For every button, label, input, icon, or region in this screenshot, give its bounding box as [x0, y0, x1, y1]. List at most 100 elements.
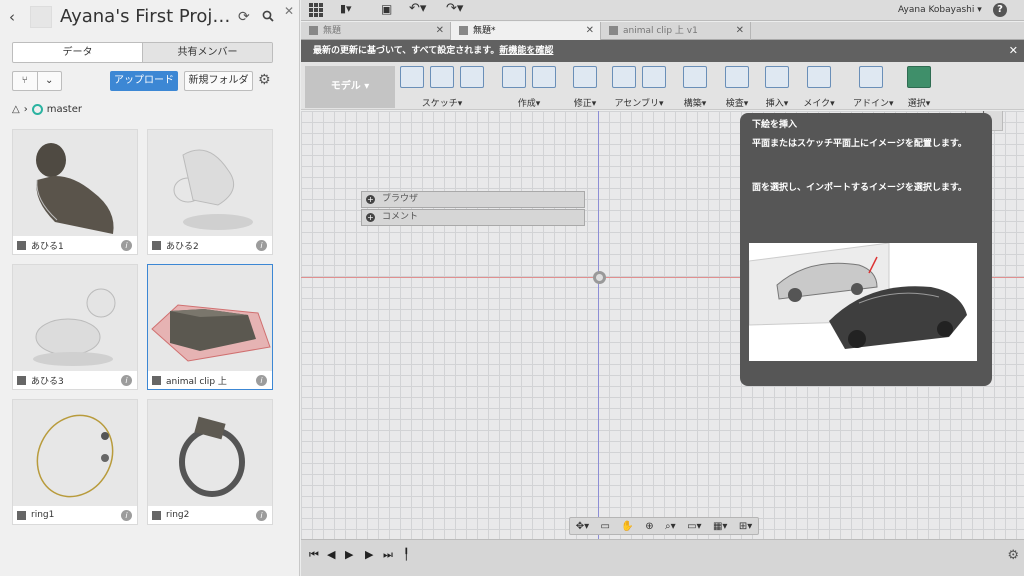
design-card[interactable]: あひる3 i — [12, 264, 138, 390]
insert-label[interactable]: 挿入▾ — [759, 96, 795, 109]
form-icon[interactable] — [532, 66, 556, 88]
design-card[interactable]: あひる1 i — [12, 129, 138, 255]
play-icon[interactable]: ▶ — [365, 548, 373, 561]
upload-button[interactable]: アップロード — [110, 71, 178, 91]
sketch-group[interactable]: スケッチ▾ — [399, 66, 485, 109]
help-icon[interactable]: ? — [993, 3, 1007, 17]
hub-icon[interactable]: △ — [12, 104, 20, 115]
comments-panel[interactable]: + コメント — [361, 209, 585, 226]
select-group[interactable]: 選択▾ — [901, 66, 937, 109]
browser-panel[interactable]: + ブラウザ — [361, 191, 585, 208]
make-label[interactable]: メイク▾ — [801, 96, 837, 109]
component-icon[interactable] — [612, 66, 636, 88]
info-icon[interactable]: i — [121, 239, 132, 251]
expand-icon[interactable]: + — [366, 213, 375, 222]
insert-image-icon[interactable] — [765, 66, 789, 88]
addins-label[interactable]: アドイン▾ — [853, 96, 894, 109]
modify-group[interactable]: 修正▾ — [567, 66, 603, 109]
sketch-label[interactable]: スケッチ▾ — [399, 96, 485, 109]
step-back-icon[interactable]: ◀ — [327, 548, 335, 561]
app-grid-icon[interactable] — [309, 3, 323, 17]
close-panel-icon[interactable]: ✕ — [284, 4, 294, 18]
plane-icon[interactable] — [683, 66, 707, 88]
back-icon[interactable]: ‹ — [9, 8, 15, 26]
inspect-group[interactable]: 検査▾ — [719, 66, 755, 109]
select-cursor-icon[interactable] — [907, 66, 931, 88]
info-icon[interactable]: i — [256, 239, 267, 251]
design-thumbnail[interactable] — [148, 265, 272, 371]
file-menu-icon[interactable]: ▮▾ — [340, 2, 352, 15]
construct-label[interactable]: 構築▾ — [677, 96, 713, 109]
info-icon[interactable]: i — [121, 374, 132, 386]
arc-icon[interactable] — [430, 66, 454, 88]
design-card[interactable]: あひる2 i — [147, 129, 273, 255]
play-backward-icon[interactable]: ▶ — [345, 548, 353, 561]
assemble-label[interactable]: アセンブリ▾ — [607, 96, 671, 109]
zoom-icon[interactable]: ⌕▾ — [665, 521, 676, 532]
construct-group[interactable]: 構築▾ — [677, 66, 713, 109]
tab-shared-members[interactable]: 共有メンバー — [142, 43, 272, 62]
close-icon[interactable]: ✕ — [736, 22, 744, 40]
gear-icon[interactable]: ⚙ — [258, 72, 271, 88]
gear-icon[interactable]: ⚙ — [1007, 548, 1019, 563]
look-at-icon[interactable]: ▭ — [601, 521, 610, 532]
zoom-window-icon[interactable]: ⊕ — [645, 521, 653, 532]
whats-new-link[interactable]: 新機能を確認 — [499, 46, 553, 56]
breadcrumb-branch[interactable]: master — [47, 104, 82, 115]
refresh-icon[interactable]: ⟳ — [238, 9, 250, 25]
create-label[interactable]: 作成▾ — [497, 96, 561, 109]
design-card[interactable]: ring1 i — [12, 399, 138, 525]
doc-tab[interactable]: animal clip 上 v1 ✕ — [601, 22, 751, 40]
redo-icon[interactable]: ↷▾ — [446, 1, 463, 16]
close-icon[interactable]: ✕ — [1009, 40, 1018, 62]
design-card[interactable]: ring2 i — [147, 399, 273, 525]
user-menu[interactable]: Ayana Kobayashi ▾ — [898, 5, 982, 15]
design-card-selected[interactable]: animal clip 上 i — [147, 264, 273, 390]
doc-tab-active[interactable]: 無題* ✕ — [451, 22, 601, 40]
undo-icon[interactable]: ↶▾ — [409, 1, 426, 16]
chevron-down-icon[interactable]: ⌄ — [36, 72, 62, 90]
tab-data[interactable]: データ — [13, 43, 142, 62]
addins-group[interactable]: アドイン▾ — [853, 66, 894, 109]
design-thumbnail[interactable] — [13, 400, 137, 506]
grid-settings-icon[interactable]: ▦▾ — [713, 521, 727, 532]
origin-point[interactable] — [593, 271, 606, 284]
design-thumbnail[interactable] — [13, 130, 137, 236]
close-icon[interactable]: ✕ — [436, 22, 444, 40]
modify-icon[interactable] — [573, 66, 597, 88]
workspace-switcher[interactable]: モデル ▾ — [305, 66, 395, 108]
save-icon[interactable]: ▣ — [381, 2, 392, 16]
create-group[interactable]: 作成▾ — [497, 66, 561, 109]
info-icon[interactable]: i — [256, 374, 267, 386]
info-icon[interactable]: i — [121, 509, 132, 521]
display-settings-icon[interactable]: ▭▾ — [687, 521, 701, 532]
go-to-start-icon[interactable]: ⏮ — [309, 548, 319, 562]
joint-icon[interactable] — [642, 66, 666, 88]
box-icon[interactable] — [502, 66, 526, 88]
design-thumbnail[interactable] — [148, 130, 272, 236]
new-folder-button[interactable]: 新規フォルダ — [184, 71, 253, 91]
rectangle-icon[interactable] — [460, 66, 484, 88]
design-thumbnail[interactable] — [13, 265, 137, 371]
viewports-icon[interactable]: ⊞▾ — [739, 521, 752, 532]
print-icon[interactable] — [807, 66, 831, 88]
timeline-marker-icon[interactable]: ╿ — [403, 548, 410, 561]
design-thumbnail[interactable] — [148, 400, 272, 506]
expand-icon[interactable]: + — [366, 195, 375, 204]
search-icon[interactable] — [262, 10, 274, 22]
create-sketch-icon[interactable] — [400, 66, 424, 88]
make-group[interactable]: メイク▾ — [801, 66, 837, 109]
doc-tab[interactable]: 無題 ✕ — [301, 22, 451, 40]
insert-group[interactable]: 挿入▾ — [759, 66, 795, 109]
select-label[interactable]: 選択▾ — [901, 96, 937, 109]
scripts-icon[interactable] — [859, 66, 883, 88]
info-icon[interactable]: i — [256, 509, 267, 521]
assemble-group[interactable]: アセンブリ▾ — [607, 66, 671, 109]
pan-icon[interactable]: ✋ — [621, 521, 633, 532]
branch-dropdown[interactable]: ⑂ ⌄ — [12, 71, 62, 91]
close-icon[interactable]: ✕ — [586, 22, 594, 40]
branch-icon[interactable]: ⑂ — [13, 72, 37, 90]
canvas-viewport[interactable]: 上 + ブラウザ + コメント 下絵を挿入 平面またはスケッチ平面上にイメージを… — [301, 111, 1024, 539]
modify-label[interactable]: 修正▾ — [567, 96, 603, 109]
measure-icon[interactable] — [725, 66, 749, 88]
